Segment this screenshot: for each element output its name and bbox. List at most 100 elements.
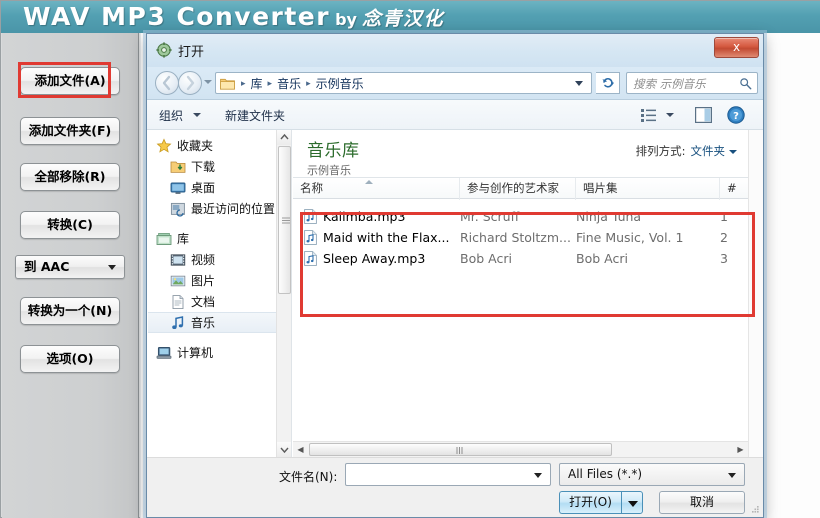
music-icon bbox=[172, 315, 184, 329]
nav-item-label: 文档 bbox=[191, 295, 216, 309]
scroll-right-button[interactable]: ▶ bbox=[733, 442, 748, 457]
arrange-by-value: 文件夹 bbox=[690, 144, 726, 158]
file-artist: Mr. Scruff bbox=[460, 209, 520, 224]
nav-pane-scrollbar[interactable] bbox=[276, 130, 291, 457]
breadcrumb-item-library[interactable]: 库 bbox=[249, 75, 265, 92]
column-header-name[interactable]: 名称 bbox=[293, 178, 460, 200]
nav-item-downloads[interactable]: 下载 bbox=[148, 156, 291, 177]
file-pane-vertical-scrollbar[interactable] bbox=[748, 130, 763, 457]
chevron-down-icon bbox=[729, 149, 737, 154]
preview-pane-icon[interactable] bbox=[695, 107, 712, 123]
documents-icon bbox=[172, 294, 184, 309]
options-button[interactable]: 选项(O) bbox=[20, 345, 120, 373]
chevron-up-icon bbox=[280, 133, 289, 140]
column-header-artist[interactable]: 参与创作的艺术家 bbox=[460, 178, 576, 200]
dialog-navigation-bar: ▸ 库 ▸ 音乐 ▸ 示例音乐 搜索 示例音乐 bbox=[147, 67, 763, 100]
add-file-button[interactable]: 添加文件(A) bbox=[20, 67, 120, 95]
nav-item-label: 下载 bbox=[191, 160, 216, 174]
scroll-left-button[interactable]: ◀ bbox=[293, 442, 308, 457]
file-number: 3 bbox=[720, 251, 728, 266]
file-type-value: All Files (*.*) bbox=[568, 467, 643, 481]
convert-button[interactable]: 转换(C) bbox=[20, 211, 120, 239]
open-file-dialog: 打开 x ▸ 库 ▸ 音乐 ▸ 示例音乐 搜索 示例音乐 组织 新建文件夹 ? … bbox=[146, 33, 764, 518]
downloads-icon bbox=[170, 161, 186, 173]
nav-scroll-thumb[interactable] bbox=[278, 146, 291, 294]
open-button[interactable]: 打开(O) bbox=[559, 491, 621, 514]
nav-item-favorites[interactable]: 收藏夹 bbox=[148, 135, 291, 156]
dialog-footer: 文件名(N): All Files (*.*) 打开(O) 取消 bbox=[147, 457, 763, 517]
nav-item-label: 最近访问的位置 bbox=[191, 202, 276, 216]
file-list-pane: 音乐库 示例音乐 排列方式: 文件夹 名称 参与创作的艺术家 唱片集 # Kal… bbox=[293, 130, 763, 457]
app-sidebar: 添加文件(A) 添加文件夹(F) 全部移除(R) 转换(C) 到 AAC 转换为… bbox=[2, 33, 139, 518]
back-button[interactable] bbox=[155, 71, 179, 95]
refresh-icon bbox=[602, 78, 614, 88]
file-list-horizontal-scrollbar[interactable]: ◀ ▶ bbox=[293, 441, 748, 457]
help-icon[interactable]: ? bbox=[727, 106, 745, 124]
app-gear-icon bbox=[156, 42, 172, 58]
recent-places-icon bbox=[170, 202, 185, 217]
chevron-down-icon[interactable] bbox=[666, 113, 674, 117]
nav-item-videos[interactable]: 视频 bbox=[148, 249, 291, 270]
dialog-content: 收藏夹 下载 桌面 最近访问的位置 库 视频 图片 文档 音乐 计算机 音乐库 … bbox=[147, 130, 763, 457]
screenshot-root: WAV MP3 Converter by 念青汉化 添加文件(A) 添加文件夹(F)… bbox=[0, 0, 820, 518]
chevron-down-icon[interactable] bbox=[575, 81, 583, 86]
history-dropdown-icon[interactable] bbox=[204, 80, 212, 84]
filename-input[interactable] bbox=[345, 463, 551, 486]
scroll-up-button[interactable] bbox=[277, 130, 291, 145]
forward-button[interactable] bbox=[178, 71, 202, 95]
filename-label: 文件名(N): bbox=[279, 470, 338, 484]
nav-item-label: 视频 bbox=[191, 253, 216, 267]
hscroll-thumb[interactable] bbox=[309, 443, 612, 456]
nav-item-recent-places[interactable]: 最近访问的位置 bbox=[148, 198, 291, 219]
video-icon bbox=[170, 253, 186, 266]
open-dropdown-button[interactable] bbox=[621, 491, 643, 514]
scroll-down-button[interactable] bbox=[277, 442, 291, 457]
chevron-down-icon[interactable] bbox=[193, 113, 201, 117]
nav-item-documents[interactable]: 文档 bbox=[148, 291, 291, 312]
dialog-toolbar: 组织 新建文件夹 ? bbox=[147, 100, 763, 130]
nav-item-libraries[interactable]: 库 bbox=[148, 228, 291, 249]
search-input[interactable]: 搜索 示例音乐 bbox=[626, 72, 758, 94]
table-row[interactable]: Maid with the Flax... Richard Stoltzm...… bbox=[293, 227, 763, 248]
file-artist: Bob Acri bbox=[460, 251, 512, 266]
column-header-album[interactable]: 唱片集 bbox=[576, 178, 720, 200]
app-title-main: WAV MP3 Converter bbox=[23, 2, 331, 31]
search-placeholder: 搜索 示例音乐 bbox=[633, 77, 706, 91]
column-header-row: 名称 参与创作的艺术家 唱片集 # bbox=[293, 177, 763, 200]
add-folder-button[interactable]: 添加文件夹(F) bbox=[20, 117, 120, 145]
breadcrumb-separator: ▸ bbox=[267, 77, 273, 88]
nav-item-music[interactable]: 音乐 bbox=[148, 312, 291, 333]
convert-to-one-button[interactable]: 转换为一个(N) bbox=[20, 297, 120, 325]
arrange-by-control[interactable]: 排列方式: 文件夹 bbox=[636, 143, 737, 159]
breadcrumb-separator: ▸ bbox=[241, 77, 246, 88]
forward-arrow-icon bbox=[186, 75, 195, 91]
file-album: Ninja Tuna bbox=[576, 209, 642, 224]
file-type-select[interactable]: All Files (*.*) bbox=[559, 463, 745, 486]
address-bar[interactable]: ▸ 库 ▸ 音乐 ▸ 示例音乐 bbox=[215, 72, 592, 94]
organize-menu[interactable]: 组织 bbox=[159, 107, 183, 124]
file-album: Fine Music, Vol. 1 bbox=[576, 230, 684, 245]
breadcrumb-separator: ▸ bbox=[306, 77, 311, 88]
format-select[interactable]: 到 AAC bbox=[15, 255, 125, 279]
table-row[interactable]: Sleep Away.mp3 Bob Acri Bob Acri 3 bbox=[293, 248, 763, 269]
nav-item-pictures[interactable]: 图片 bbox=[148, 270, 291, 291]
close-icon[interactable]: x bbox=[714, 37, 759, 58]
remove-all-button[interactable]: 全部移除(R) bbox=[20, 163, 120, 191]
breadcrumb-item-sample-music[interactable]: 示例音乐 bbox=[314, 75, 366, 92]
nav-item-computer[interactable]: 计算机 bbox=[148, 342, 291, 363]
resize-grip-icon[interactable] bbox=[750, 505, 760, 515]
app-title-by: by bbox=[335, 10, 357, 29]
navigation-pane: 收藏夹 下载 桌面 最近访问的位置 库 视频 图片 文档 音乐 计算机 bbox=[148, 130, 292, 457]
table-row[interactable]: Kalimba.mp3 Mr. Scruff Ninja Tuna 1 bbox=[293, 206, 763, 227]
refresh-button[interactable] bbox=[596, 72, 620, 94]
chevron-down-icon[interactable] bbox=[534, 473, 542, 478]
cancel-button[interactable]: 取消 bbox=[659, 491, 745, 514]
view-mode-icon[interactable] bbox=[641, 108, 657, 123]
chevron-down-icon bbox=[108, 265, 116, 270]
breadcrumb-item-music[interactable]: 音乐 bbox=[275, 75, 303, 92]
new-folder-button[interactable]: 新建文件夹 bbox=[225, 107, 285, 124]
chevron-down-icon bbox=[280, 447, 289, 454]
library-header: 音乐库 示例音乐 排列方式: 文件夹 bbox=[293, 130, 763, 177]
nav-item-desktop[interactable]: 桌面 bbox=[148, 177, 291, 198]
chevron-down-icon bbox=[628, 501, 638, 507]
